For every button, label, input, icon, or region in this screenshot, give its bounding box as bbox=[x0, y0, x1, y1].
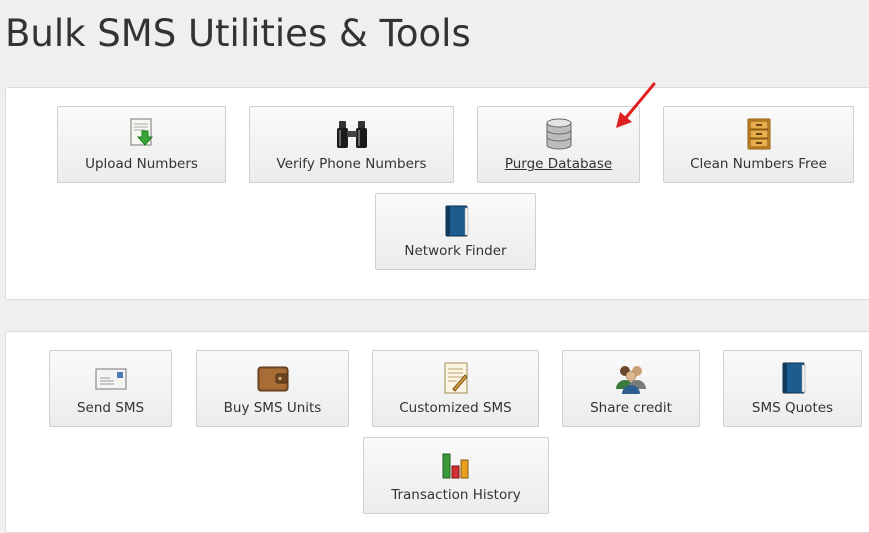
upload-numbers-button[interactable]: Upload Numbers bbox=[57, 106, 226, 183]
filing-cabinet-icon bbox=[747, 118, 770, 150]
customized-sms-button[interactable]: Customized SMS bbox=[372, 350, 539, 427]
share-credit-button[interactable]: Share credit bbox=[562, 350, 700, 427]
tools-panel: Send SMS Buy SMS Units Customized SMS Sh… bbox=[5, 331, 869, 533]
clean-numbers-free-button[interactable]: Clean Numbers Free bbox=[663, 106, 854, 183]
network-finder-label: Network Finder bbox=[404, 243, 507, 259]
buy-sms-units-button[interactable]: Buy SMS Units bbox=[196, 350, 349, 427]
network-finder-button[interactable]: Network Finder bbox=[375, 193, 536, 270]
annotation-arrow-icon bbox=[616, 82, 656, 128]
sms-quotes-button[interactable]: SMS Quotes bbox=[723, 350, 862, 427]
upload-document-icon bbox=[130, 118, 153, 146]
edit-document-icon bbox=[444, 362, 468, 394]
verify-phone-numbers-button[interactable]: Verify Phone Numbers bbox=[249, 106, 454, 183]
wallet-icon bbox=[257, 366, 288, 392]
send-sms-label: Send SMS bbox=[76, 400, 145, 416]
share-credit-label: Share credit bbox=[590, 400, 672, 416]
transaction-history-button[interactable]: Transaction History bbox=[363, 437, 549, 514]
utilities-panel: Upload Numbers Verify Phone Numbers Purg… bbox=[5, 87, 869, 300]
bar-chart-icon bbox=[442, 453, 469, 479]
upload-numbers-label: Upload Numbers bbox=[85, 156, 198, 172]
binoculars-icon bbox=[336, 121, 367, 148]
purge-database-label: Purge Database bbox=[504, 156, 613, 172]
blue-book-icon bbox=[782, 362, 805, 394]
customized-sms-label: Customized SMS bbox=[399, 400, 512, 416]
sms-quotes-label: SMS Quotes bbox=[751, 400, 834, 416]
users-icon bbox=[616, 366, 646, 394]
database-icon bbox=[546, 118, 571, 150]
clean-numbers-free-label: Clean Numbers Free bbox=[690, 156, 827, 172]
page-title: Bulk SMS Utilities & Tools bbox=[5, 12, 471, 55]
send-sms-button[interactable]: Send SMS bbox=[49, 350, 172, 427]
buy-sms-units-label: Buy SMS Units bbox=[223, 400, 322, 416]
envelope-icon bbox=[95, 368, 126, 390]
blue-book-icon bbox=[445, 205, 468, 237]
transaction-history-label: Transaction History bbox=[391, 487, 521, 503]
verify-phone-numbers-label: Verify Phone Numbers bbox=[276, 156, 427, 172]
